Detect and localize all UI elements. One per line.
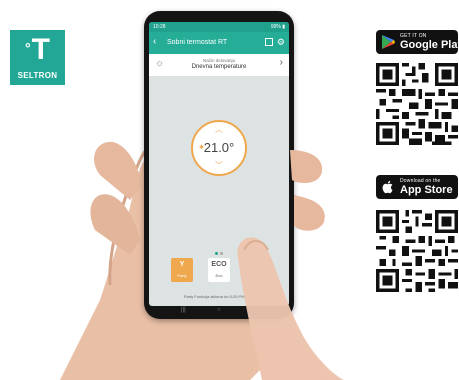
back-arrow-icon[interactable]: ‹ xyxy=(153,36,156,48)
status-bar: 10:28 99% ▮ xyxy=(149,22,289,32)
schedule-icon[interactable] xyxy=(265,38,273,46)
party-icon: Y xyxy=(179,261,185,268)
eco-label: Eco xyxy=(215,273,223,278)
temperature-value: 21.0° xyxy=(203,140,235,155)
apple-icon xyxy=(382,180,393,194)
google-play-badge[interactable]: GET IT ON Google Play xyxy=(376,30,458,54)
phone: 10:28 99% ▮ ‹ Sobni termostat RT ⚙ ☼ Nač… xyxy=(144,11,294,319)
status-battery: 99% ▮ xyxy=(270,24,285,30)
party-button[interactable]: Y Party xyxy=(171,258,193,282)
mode-label: Način delovanja xyxy=(202,58,236,63)
party-status-note: Party Funkcija aktivna do 0:25 PM da… xyxy=(183,294,255,299)
play-icon xyxy=(382,35,395,49)
app-header: ‹ Sobni termostat RT ⚙ xyxy=(149,32,289,54)
google-play-big-text: Google Play xyxy=(400,39,458,51)
page-dot xyxy=(220,252,223,255)
mode-value: Dnevna temperature xyxy=(191,64,247,70)
decrease-temp-icon[interactable]: ﹀ xyxy=(193,162,245,170)
chevron-right-icon[interactable]: › xyxy=(280,58,283,68)
app-store-badge[interactable]: Download on the App Store xyxy=(376,175,458,199)
party-label: Party xyxy=(177,273,187,278)
recent-apps-icon[interactable]: ||| xyxy=(181,307,186,313)
phone-screen: 10:28 99% ▮ ‹ Sobni termostat RT ⚙ ☼ Nač… xyxy=(149,22,289,306)
android-navbar: ||| ○ ‹ xyxy=(149,307,289,317)
app-store-qr-code xyxy=(376,210,458,292)
temperature-dial[interactable]: ︿ ✱ 21.0° ﹀ xyxy=(191,120,247,176)
increase-temp-icon[interactable]: ︿ xyxy=(193,126,245,134)
mode-selector[interactable]: ☼ Način delovanja Dnevna temperature › xyxy=(149,54,289,76)
eco-icon: ECO xyxy=(211,261,227,268)
settings-icon[interactable]: ⚙ xyxy=(277,37,285,47)
home-icon[interactable]: ○ xyxy=(217,307,221,313)
status-time: 10:28 xyxy=(153,24,166,30)
google-play-qr-code xyxy=(376,63,458,145)
back-nav-icon[interactable]: ‹ xyxy=(253,307,255,313)
app-store-big-text: App Store xyxy=(400,184,453,196)
app-title: Sobni termostat RT xyxy=(167,39,228,46)
page-dot-active xyxy=(215,252,218,255)
eco-button[interactable]: ECO Eco xyxy=(208,258,230,282)
